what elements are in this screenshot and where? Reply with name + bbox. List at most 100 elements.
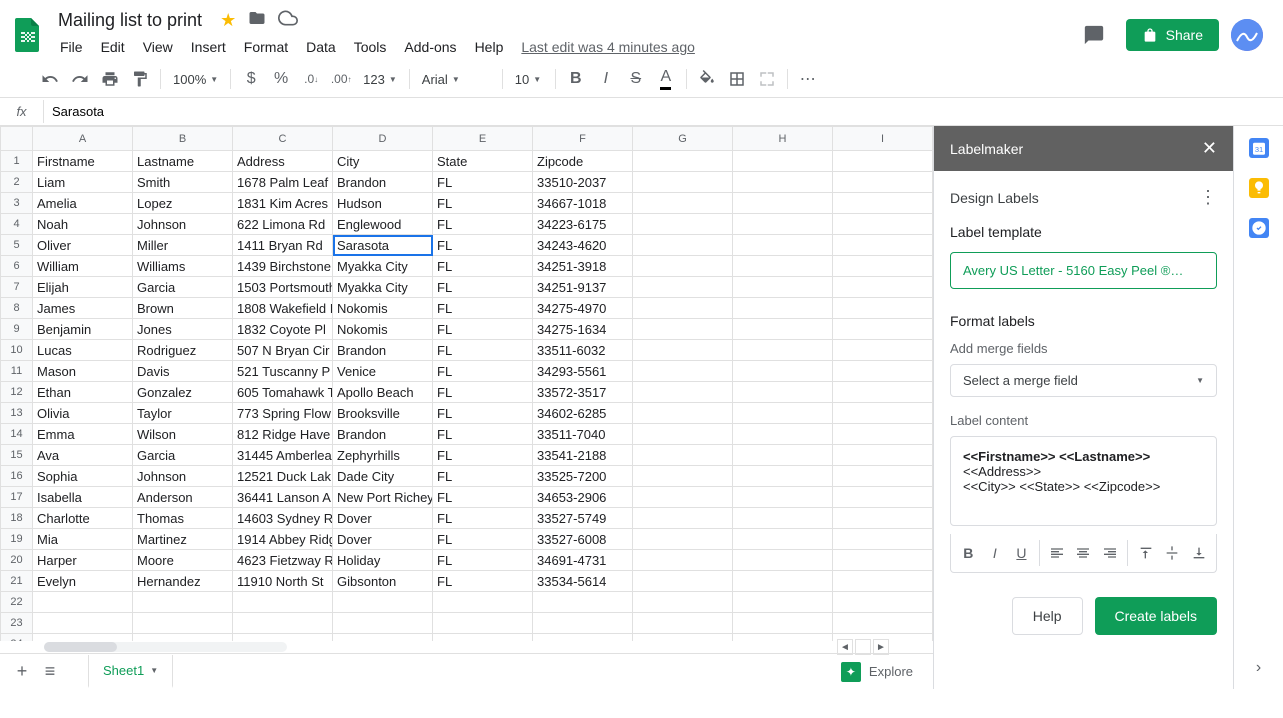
cell[interactable]: 521 Tuscanny P (233, 361, 333, 382)
cell[interactable]: Lopez (133, 193, 233, 214)
cell[interactable]: 33511-6032 (533, 340, 633, 361)
cell[interactable]: Taylor (133, 403, 233, 424)
row-header[interactable]: 5 (1, 235, 33, 256)
share-button[interactable]: Share (1126, 19, 1219, 51)
cell[interactable] (433, 613, 533, 634)
cell[interactable] (533, 613, 633, 634)
cell[interactable] (633, 487, 733, 508)
cell[interactable]: Gonzalez (133, 382, 233, 403)
cell[interactable]: Address (233, 151, 333, 172)
row-header[interactable]: 1 (1, 151, 33, 172)
cell[interactable] (33, 634, 133, 642)
cell[interactable] (833, 235, 933, 256)
cell[interactable]: 33510-2037 (533, 172, 633, 193)
cell[interactable]: 33527-6008 (533, 529, 633, 550)
cell[interactable] (433, 592, 533, 613)
cell[interactable] (833, 361, 933, 382)
text-color-button[interactable]: A (652, 65, 680, 93)
cell[interactable] (133, 592, 233, 613)
cell[interactable]: FL (433, 487, 533, 508)
cell[interactable]: Gibsonton (333, 571, 433, 592)
row-header[interactable]: 18 (1, 508, 33, 529)
cell[interactable] (733, 403, 833, 424)
template-select-button[interactable]: Avery US Letter - 5160 Easy Peel ®… (950, 252, 1217, 289)
cell[interactable]: Garcia (133, 277, 233, 298)
cell[interactable] (633, 340, 733, 361)
cell[interactable]: Dade City (333, 466, 433, 487)
fontsize-select[interactable]: 10▼ (509, 65, 549, 93)
cell[interactable] (833, 403, 933, 424)
cell[interactable] (833, 214, 933, 235)
cell[interactable] (733, 613, 833, 634)
cell[interactable]: 33572-3517 (533, 382, 633, 403)
cell[interactable]: Davis (133, 361, 233, 382)
col-header[interactable]: C (233, 127, 333, 151)
cell[interactable] (333, 634, 433, 642)
cell[interactable]: 34243-4620 (533, 235, 633, 256)
cell[interactable] (833, 445, 933, 466)
cell[interactable] (733, 151, 833, 172)
cell[interactable] (633, 613, 733, 634)
row-header[interactable]: 14 (1, 424, 33, 445)
cell[interactable] (733, 214, 833, 235)
cell[interactable] (833, 508, 933, 529)
cell[interactable] (833, 340, 933, 361)
row-header[interactable]: 19 (1, 529, 33, 550)
cell[interactable] (733, 529, 833, 550)
cell[interactable] (633, 277, 733, 298)
cell[interactable] (633, 151, 733, 172)
cell[interactable]: Williams (133, 256, 233, 277)
cell[interactable]: 36441 Lanson A (233, 487, 333, 508)
cell[interactable]: Anderson (133, 487, 233, 508)
cell[interactable]: 34653-2906 (533, 487, 633, 508)
zoom-select[interactable]: 100%▼ (167, 65, 224, 93)
cell[interactable]: Isabella (33, 487, 133, 508)
row-header[interactable]: 3 (1, 193, 33, 214)
paint-format-button[interactable] (126, 65, 154, 93)
comments-button[interactable] (1074, 15, 1114, 55)
cell[interactable] (733, 340, 833, 361)
cell[interactable] (633, 319, 733, 340)
cell[interactable]: Olivia (33, 403, 133, 424)
cell[interactable] (833, 550, 933, 571)
menu-edit[interactable]: Edit (93, 35, 133, 59)
doc-title[interactable]: Mailing list to print (52, 8, 208, 33)
cell[interactable]: 34602-6285 (533, 403, 633, 424)
cell[interactable] (833, 172, 933, 193)
row-header[interactable]: 20 (1, 550, 33, 571)
cell[interactable] (533, 634, 633, 642)
cell[interactable] (833, 256, 933, 277)
cell[interactable]: Nokomis (333, 319, 433, 340)
cell[interactable] (833, 487, 933, 508)
cell[interactable] (833, 571, 933, 592)
cell[interactable]: FL (433, 277, 533, 298)
row-header[interactable]: 10 (1, 340, 33, 361)
more-button[interactable]: ⋯ (794, 65, 822, 93)
row-header[interactable]: 15 (1, 445, 33, 466)
cell[interactable]: Miller (133, 235, 233, 256)
cell[interactable]: Ava (33, 445, 133, 466)
cell[interactable]: Thomas (133, 508, 233, 529)
cell[interactable]: Elijah (33, 277, 133, 298)
cell[interactable] (633, 466, 733, 487)
menu-data[interactable]: Data (298, 35, 344, 59)
cell[interactable] (633, 193, 733, 214)
col-header[interactable]: G (633, 127, 733, 151)
row-header[interactable]: 23 (1, 613, 33, 634)
print-button[interactable] (96, 65, 124, 93)
avatar[interactable] (1231, 19, 1263, 51)
cell[interactable]: Noah (33, 214, 133, 235)
cell[interactable]: Evelyn (33, 571, 133, 592)
cell[interactable]: FL (433, 361, 533, 382)
cell[interactable]: Brown (133, 298, 233, 319)
cell[interactable] (633, 508, 733, 529)
cell[interactable] (733, 424, 833, 445)
cell[interactable]: Zephyrhills (333, 445, 433, 466)
undo-button[interactable] (36, 65, 64, 93)
cell[interactable]: 605 Tomahawk T (233, 382, 333, 403)
cell[interactable]: FL (433, 445, 533, 466)
move-icon[interactable] (248, 9, 266, 32)
cell[interactable]: 1914 Abbey Ridg (233, 529, 333, 550)
cell[interactable]: 1831 Kim Acres (233, 193, 333, 214)
cell[interactable]: Brandon (333, 424, 433, 445)
